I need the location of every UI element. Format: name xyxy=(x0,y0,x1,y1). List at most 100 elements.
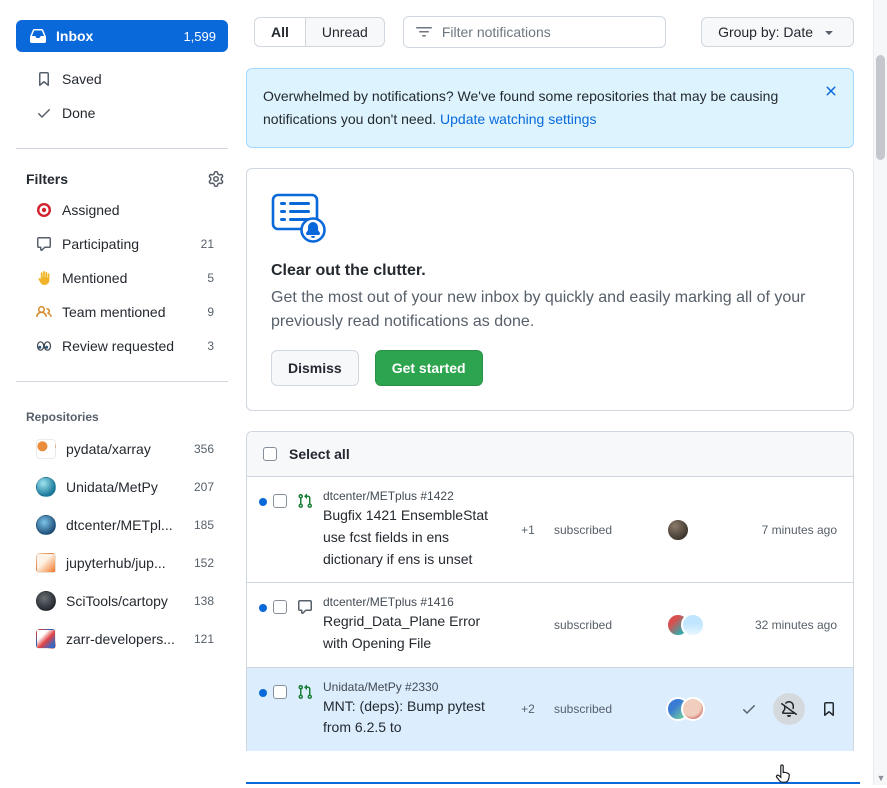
sidebar-item-done[interactable]: Done xyxy=(16,96,228,130)
row-checkbox[interactable] xyxy=(273,494,287,508)
group-by-button[interactable]: Group by: Date xyxy=(701,17,854,47)
avatar xyxy=(666,518,690,542)
sidebar: Inbox 1,599 Saved Done Filters xyxy=(0,0,244,785)
repo-label: SciTools/cartopy xyxy=(66,593,168,609)
repo-avatar xyxy=(36,477,56,497)
filters-heading-row: Filters xyxy=(16,155,228,193)
unread-dot-icon xyxy=(259,498,267,506)
filter-count: 3 xyxy=(207,339,214,353)
mark-done-check-icon[interactable] xyxy=(741,701,757,717)
unread-dot-icon xyxy=(259,689,267,697)
repo-item-zarr-developers[interactable]: zarr-developers... 121 xyxy=(16,620,228,658)
read-filter-segmented: All Unread xyxy=(254,17,385,47)
filter-label: Review requested xyxy=(62,338,174,354)
watching-suggestion-banner: Overwhelmed by notifications? We've foun… xyxy=(246,68,854,148)
repo-item-dtcenter-metplus[interactable]: dtcenter/METpl... 185 xyxy=(16,506,228,544)
additional-count: +2 xyxy=(508,702,548,716)
toolbar: All Unread Group by: Date xyxy=(254,16,854,48)
filter-label: Team mentioned xyxy=(62,304,166,320)
repo-label: jupyterhub/jup... xyxy=(66,555,166,571)
pull-request-icon xyxy=(297,684,313,700)
repo-count: 138 xyxy=(194,594,214,608)
filter-item-participating[interactable]: Participating 21 xyxy=(16,227,228,261)
pull-request-icon xyxy=(297,493,313,509)
notification-title[interactable]: Bugfix 1421 EnsembleStat use fcst fields… xyxy=(323,505,508,570)
divider xyxy=(16,148,228,149)
notification-content: dtcenter/METplus #1422 Bugfix 1421 Ensem… xyxy=(323,489,508,570)
divider xyxy=(16,381,228,382)
tab-unread[interactable]: Unread xyxy=(306,18,384,46)
repo-label: zarr-developers... xyxy=(66,631,175,647)
chevron-down-icon xyxy=(821,24,837,40)
repo-item-unidata-metpy[interactable]: Unidata/MetPy 207 xyxy=(16,468,228,506)
inbox-icon xyxy=(30,28,46,44)
gear-icon[interactable] xyxy=(208,171,224,187)
update-watching-settings-link[interactable]: Update watching settings xyxy=(440,111,596,127)
notification-title[interactable]: MNT: (deps): Bump pytest from 6.2.5 to xyxy=(323,696,508,739)
filter-item-review-requested[interactable]: Review requested 3 xyxy=(16,329,228,363)
vertical-scrollbar[interactable]: ▼ xyxy=(873,0,887,785)
repo-count: 185 xyxy=(194,518,214,532)
onboarding-title: Clear out the clutter. xyxy=(271,262,829,280)
notification-row[interactable]: Unidata/MetPy #2330 MNT: (deps): Bump py… xyxy=(247,667,853,751)
notification-repo: dtcenter/METplus #1422 xyxy=(323,489,508,503)
notification-content: Unidata/MetPy #2330 MNT: (deps): Bump py… xyxy=(323,680,508,739)
repo-count: 356 xyxy=(194,442,214,456)
repo-label: dtcenter/METpl... xyxy=(66,517,173,533)
filter-item-mentioned[interactable]: Mentioned 5 xyxy=(16,261,228,295)
filter-count: 9 xyxy=(207,305,214,319)
repo-count: 152 xyxy=(194,556,214,570)
row-checkbox[interactable] xyxy=(273,600,287,614)
row-checkbox[interactable] xyxy=(273,685,287,699)
onboarding-card: Clear out the clutter. Get the most out … xyxy=(246,168,854,411)
saved-label: Saved xyxy=(62,71,102,87)
filter-icon xyxy=(416,24,432,40)
notification-row[interactable]: dtcenter/METplus #1422 Bugfix 1421 Ensem… xyxy=(247,476,853,582)
unread-dot-icon xyxy=(259,604,267,612)
notification-content: dtcenter/METplus #1416 Regrid_Data_Plane… xyxy=(323,595,508,654)
repo-item-pydata-xarray[interactable]: pydata/xarray 356 xyxy=(16,430,228,468)
sidebar-item-saved[interactable]: Saved xyxy=(16,62,228,96)
notification-repo: dtcenter/METplus #1416 xyxy=(323,595,508,609)
save-bookmark-icon[interactable] xyxy=(821,701,837,717)
list-header: Select all xyxy=(247,432,853,476)
filter-notifications-box xyxy=(403,16,666,48)
scrollbar-thumb[interactable] xyxy=(876,55,885,160)
repo-item-jupyterhub[interactable]: jupyterhub/jup... 152 xyxy=(16,544,228,582)
get-started-button[interactable]: Get started xyxy=(375,350,483,386)
done-label: Done xyxy=(62,105,95,121)
notification-repo: Unidata/MetPy #2330 xyxy=(323,680,508,694)
select-all-checkbox[interactable] xyxy=(263,447,277,461)
repo-count: 207 xyxy=(194,480,214,494)
repo-label: pydata/xarray xyxy=(66,441,151,457)
avatars xyxy=(666,518,718,542)
onboarding-actions: Dismiss Get started xyxy=(271,350,829,386)
tab-all[interactable]: All xyxy=(255,18,306,46)
notification-title[interactable]: Regrid_Data_Plane Error with Opening Fil… xyxy=(323,611,508,654)
main-content: All Unread Group by: Date Overwhelmed by… xyxy=(244,0,887,785)
repositories-heading: Repositories xyxy=(26,410,99,424)
notifications-page: Inbox 1,599 Saved Done Filters xyxy=(0,0,887,785)
repo-item-scitools-cartopy[interactable]: SciTools/cartopy 138 xyxy=(16,582,228,620)
notification-list-illustration-icon xyxy=(271,193,329,245)
filter-label: Participating xyxy=(62,236,139,252)
sidebar-item-inbox[interactable]: Inbox 1,599 xyxy=(16,20,228,52)
filter-item-assigned[interactable]: Assigned xyxy=(16,193,228,227)
onboarding-body: Get the most out of your new inbox by qu… xyxy=(271,286,829,334)
filter-label: Mentioned xyxy=(62,270,127,286)
filter-count: 5 xyxy=(207,271,214,285)
filters-heading: Filters xyxy=(26,171,68,187)
filter-notifications-input[interactable] xyxy=(440,23,653,41)
eyes-icon xyxy=(36,338,52,354)
dismiss-button[interactable]: Dismiss xyxy=(271,350,359,386)
repositories-heading-row: Repositories xyxy=(16,388,228,430)
filter-item-team-mentioned[interactable]: Team mentioned 9 xyxy=(16,295,228,329)
close-icon[interactable] xyxy=(823,83,839,99)
target-icon xyxy=(36,202,52,218)
notification-row[interactable]: dtcenter/METplus #1416 Regrid_Data_Plane… xyxy=(247,582,853,666)
inbox-label: Inbox xyxy=(56,28,93,44)
scrollbar-down-arrow[interactable]: ▼ xyxy=(874,773,887,783)
filter-label: Assigned xyxy=(62,202,120,218)
bell-slash-icon[interactable] xyxy=(773,693,805,725)
notification-time: 32 minutes ago xyxy=(718,618,837,632)
